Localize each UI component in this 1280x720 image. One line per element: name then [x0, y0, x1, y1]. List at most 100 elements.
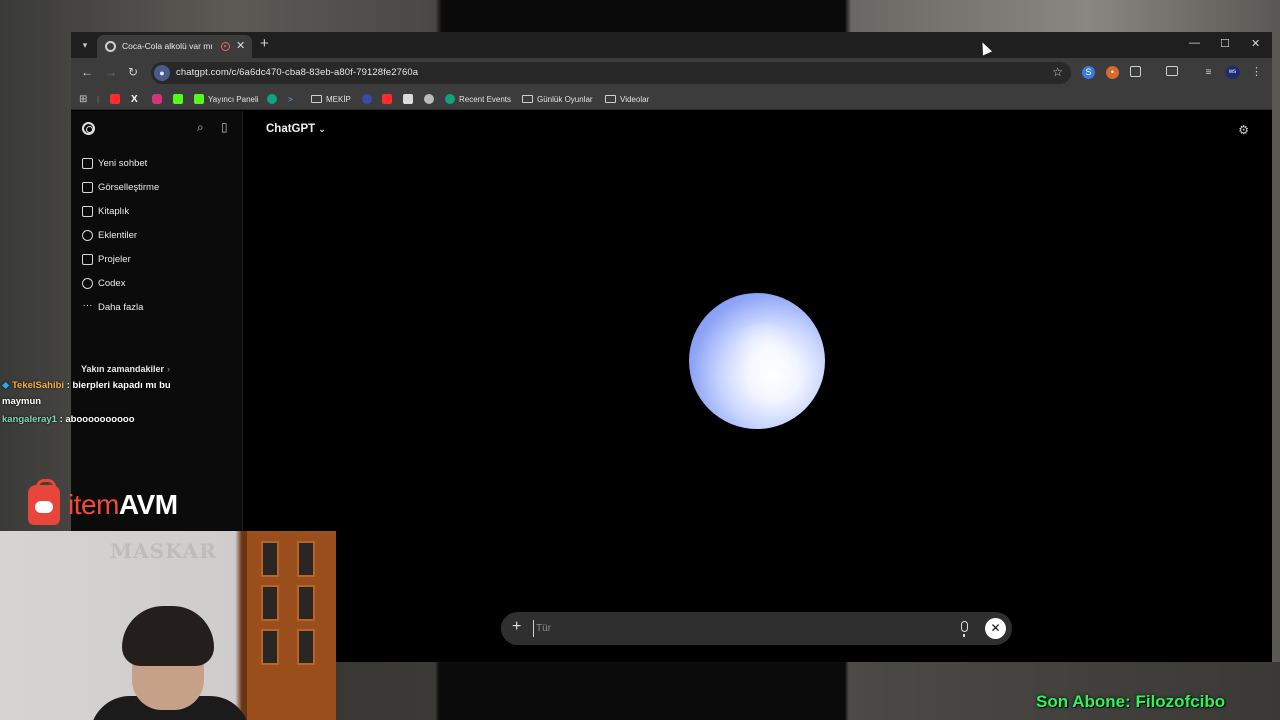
chat-username: TekelSahibi: [11, 380, 65, 391]
wall-plate-text: MASKAR: [110, 539, 217, 563]
door-pane: [297, 629, 315, 665]
tab-search-button[interactable]: ▾: [77, 37, 93, 53]
door-pane: [297, 585, 315, 621]
recording-icon[interactable]: [221, 42, 230, 51]
address-bar[interactable]: ● chatgpt.com/c/6a6dc470-cba8-83eb-a80f-…: [151, 62, 1071, 84]
media-controls-icon[interactable]: ≡: [1202, 66, 1215, 79]
youtube-icon: [110, 94, 120, 104]
extensions-puzzle-icon[interactable]: [1130, 66, 1141, 77]
bookmark-recent-events[interactable]: Recent Events: [445, 92, 511, 106]
streamer: [90, 606, 250, 720]
gamepad-bag-icon: [28, 479, 60, 525]
door-pane: [261, 585, 279, 621]
apps-grid-icon[interactable]: ⊞: [79, 92, 87, 106]
maximize-icon[interactable]: ☐: [1220, 37, 1230, 50]
microphone-permission-icon[interactable]: ●: [154, 65, 170, 81]
mouse-cursor-icon: [977, 40, 993, 56]
sidebar-toggle-icon[interactable]: ▯: [221, 120, 228, 134]
webcam-feed: MASKAR: [0, 531, 336, 720]
new-tab-button[interactable]: +: [260, 35, 269, 52]
openai-logo-icon[interactable]: [82, 122, 95, 135]
bookmarks-bar: ⊞ | X Yayıncı Paneli > MEKİP Recent Even…: [71, 88, 1272, 110]
sponsor-name-part2: AVM: [118, 489, 178, 520]
reload-icon[interactable]: ↻: [128, 65, 138, 79]
sidebar-item-images[interactable]: Görselleştirme: [82, 179, 159, 195]
profile-avatar[interactable]: ws: [1225, 66, 1240, 79]
folder-icon: [311, 95, 322, 103]
bookmark-star-icon[interactable]: ☆: [1052, 65, 1063, 79]
bookmark-label: Yayıncı Paneli: [208, 94, 259, 104]
sidebar-item-codex[interactable]: Codex: [82, 275, 125, 291]
close-window-icon[interactable]: ✕: [1251, 37, 1260, 50]
bookmark-instagram[interactable]: [152, 92, 166, 106]
back-icon[interactable]: ←: [81, 65, 93, 79]
bookmark-separator: |: [97, 94, 100, 104]
instagram-icon: [152, 94, 162, 104]
voice-settings-icon[interactable]: ⚙: [1238, 123, 1249, 137]
bookmark-kick[interactable]: [173, 92, 187, 106]
model-selector[interactable]: ChatGPT ⌄: [266, 123, 326, 135]
bookmark-label: Videolar: [620, 94, 650, 104]
prompt-input[interactable]: [533, 620, 913, 637]
sidebar-item-projects[interactable]: Projeler: [82, 251, 131, 267]
sidebar-item-library[interactable]: Kitaplık: [82, 203, 129, 219]
kick-icon: [194, 94, 204, 104]
bookmark-chatgpt[interactable]: [267, 92, 281, 106]
sidebar-item-new-chat[interactable]: Yeni sohbet: [82, 155, 147, 171]
image-gen-icon: [82, 181, 93, 193]
bookmark-youtube[interactable]: [110, 92, 124, 106]
chat-message-continuation: maymun: [2, 396, 42, 407]
extension-icon[interactable]: •: [1106, 66, 1119, 79]
model-name: ChatGPT: [266, 123, 316, 135]
bookmark-folder-mekip[interactable]: MEKİP: [311, 92, 351, 106]
chat-username: kangaleray1: [2, 414, 57, 425]
add-attachment-icon[interactable]: +: [512, 618, 521, 636]
forward-icon[interactable]: →: [105, 65, 117, 79]
bookmark-image[interactable]: [403, 92, 417, 106]
bookmark-x[interactable]: X: [131, 92, 138, 106]
recent-chats-label: Yakın zamandakiler: [81, 364, 165, 374]
sidebar-item-label: Projeler: [98, 253, 131, 265]
extension-icon[interactable]: S: [1082, 66, 1095, 79]
door-pane: [297, 541, 315, 577]
browser-tab-active[interactable]: Coca-Cola alkolü var mı ✕: [97, 35, 252, 58]
folder-icon: [82, 253, 93, 265]
webcam-door: [244, 531, 336, 720]
search-icon[interactable]: ⌕: [197, 120, 204, 135]
browser-menu-icon[interactable]: ⋮: [1250, 66, 1263, 79]
last-subscriber-banner: Son Abone: Filozofcibo: [1036, 692, 1226, 711]
library-icon: [82, 205, 93, 217]
chatgpt-icon: [424, 94, 434, 104]
reading-list-icon[interactable]: [1166, 66, 1178, 76]
chat-message: ◆ TekelSahibi : bierpleri kapadı mı bu: [2, 378, 171, 394]
minimize-icon[interactable]: —: [1189, 37, 1200, 49]
microphone-icon[interactable]: [961, 621, 968, 637]
end-voice-button[interactable]: ✕: [985, 618, 1006, 639]
close-tab-icon[interactable]: ✕: [236, 39, 245, 52]
kick-icon: [173, 94, 183, 104]
bookmark-youtube-2[interactable]: [382, 92, 396, 106]
sponsor-name-part1: item: [68, 489, 119, 520]
url-text: chatgpt.com/c/6a6dc470-cba8-83eb-a80f-79…: [176, 67, 419, 78]
browser-titlebar: ▾ Coca-Cola alkolü var mı ✕ + — ☐ ✕: [71, 32, 1272, 58]
chevron-right-icon: ›: [167, 364, 171, 374]
sidebar-item-label: Görselleştirme: [98, 181, 160, 193]
globe-icon: [362, 94, 372, 104]
image-icon: [403, 94, 413, 104]
chat-text: : aboooooooooo: [59, 414, 135, 425]
sidebar-item-apps[interactable]: Eklentiler: [82, 227, 137, 243]
bookmark-folder-videolar[interactable]: Videolar: [605, 92, 649, 106]
bookmark-arrow[interactable]: >: [288, 92, 293, 106]
bookmark-chatgpt-2[interactable]: [424, 92, 438, 106]
stream-background: ▾ Coca-Cola alkolü var mı ✕ + — ☐ ✕ ← → …: [0, 0, 1280, 720]
bookmark-folder-gunluk-oyunlar[interactable]: Günlük Oyunlar: [522, 92, 593, 106]
recent-chats-header[interactable]: Yakın zamandakiler ›: [81, 364, 170, 374]
sidebar-item-label: Codex: [98, 277, 126, 289]
sponsor-logo: itemAVM: [28, 479, 178, 526]
sidebar-item-more[interactable]: ··· Daha fazla: [82, 299, 144, 315]
new-chat-icon: [82, 157, 93, 169]
bookmark-yayinci-paneli[interactable]: Yayıncı Paneli: [194, 92, 259, 106]
bookmark-globe[interactable]: [362, 92, 376, 106]
composer: + ✕: [501, 612, 1012, 645]
chat-message: kangaleray1 : aboooooooooo: [2, 412, 135, 428]
